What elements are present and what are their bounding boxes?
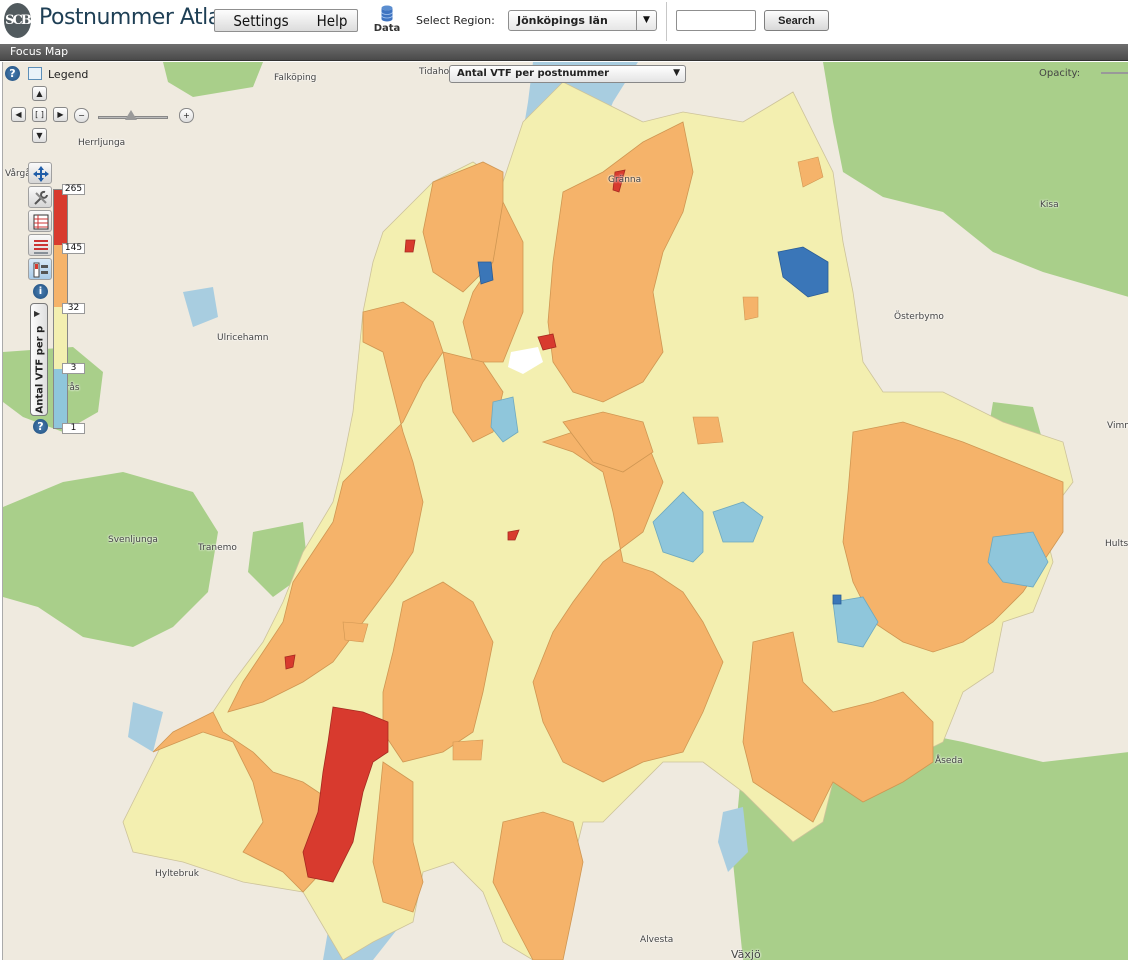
legend-break-32: 32 — [62, 303, 85, 314]
place-label-granna: Gränna — [608, 175, 642, 185]
chart-view-button[interactable] — [28, 234, 52, 256]
county-region[interactable] — [452, 739, 484, 761]
settings-menu-button[interactable]: Settings — [215, 10, 307, 31]
pan-down-button[interactable]: ▼ — [32, 128, 47, 143]
chevron-down-icon: ▼ — [636, 11, 656, 30]
help-menu-button[interactable]: Help — [307, 10, 357, 31]
place-label-herrljunga: Herrljunga — [78, 138, 126, 148]
place-label-kisa: Kisa — [1040, 200, 1059, 210]
move-icon — [33, 166, 49, 182]
county-region[interactable] — [477, 261, 494, 285]
table-view-button[interactable] — [28, 210, 52, 232]
pan-right-button[interactable]: ▶ — [53, 107, 68, 122]
data-button[interactable]: Data — [373, 5, 401, 39]
chevron-right-icon: ▶ — [34, 309, 41, 318]
database-icon — [381, 5, 393, 22]
pan-up-button[interactable]: ▲ — [32, 86, 47, 101]
layer-help-icon[interactable]: ? — [33, 419, 48, 434]
legend-class-orange — [54, 245, 67, 307]
opacity-label: Opacity: — [1039, 68, 1081, 79]
region-select[interactable]: Jönköpings län ▼ — [508, 10, 657, 31]
info-icon[interactable]: i — [33, 284, 48, 299]
tools-button[interactable] — [28, 186, 52, 208]
zoom-extent-button[interactable]: [ ] — [32, 107, 47, 122]
choropleth-map[interactable] — [3, 62, 1128, 960]
place-label-hyltebruk: Hyltebruk — [155, 869, 199, 879]
pan-left-button[interactable]: ◀ — [11, 107, 26, 122]
wrench-icon — [34, 190, 48, 205]
place-label-svenljunga: Svenljunga — [108, 535, 158, 545]
list-icon — [34, 240, 48, 254]
zoom-in-button[interactable]: + — [179, 108, 194, 123]
app-title: Postnummer Atlas — [39, 5, 232, 30]
layer-panel-tab[interactable]: ▶ Antal VTF per p — [30, 303, 48, 416]
zoom-slider-handle[interactable] — [125, 110, 137, 120]
county-region[interactable] — [832, 594, 842, 605]
panel-title: Focus Map — [10, 45, 69, 58]
county-region[interactable] — [404, 239, 416, 253]
menu-group: Settings Help — [214, 9, 358, 32]
place-label-alvesta: Alvesta — [640, 935, 674, 945]
legend-class-lightblue — [54, 369, 67, 428]
legend-break-265: 265 — [62, 184, 85, 195]
legend-class-yellow — [54, 307, 67, 369]
legend-checkbox[interactable] — [28, 67, 42, 80]
place-label-vaxjo: Växjö — [731, 948, 761, 960]
opacity-slider[interactable] — [1101, 72, 1128, 74]
place-label-falkoping: Falköping — [274, 73, 317, 83]
focus-map[interactable]: Falköping Herrljunga Vårgård Ulricehamn … — [2, 62, 1128, 960]
county-region[interactable] — [742, 296, 759, 321]
region-label: Select Region: — [416, 14, 495, 27]
legend-class-red — [54, 190, 67, 245]
search-input[interactable] — [676, 10, 756, 31]
legend-break-1: 1 — [62, 423, 85, 434]
toolbar-divider — [666, 2, 667, 41]
help-icon[interactable]: ? — [5, 66, 20, 81]
legend-break-145: 145 — [62, 243, 85, 254]
place-label-aseda: Åseda — [935, 756, 963, 766]
legend-break-3: 3 — [62, 363, 85, 374]
data-button-label: Data — [373, 23, 401, 34]
variable-select[interactable]: Antal VTF per postnummer ▼ — [449, 65, 686, 83]
region-select-value: Jönköpings län — [517, 14, 608, 27]
zoom-out-button[interactable]: − — [74, 108, 89, 123]
place-label-osterbymo: Österbymo — [894, 312, 944, 322]
scb-logo: SCB — [4, 3, 32, 38]
pan-tool-button[interactable] — [28, 162, 52, 184]
layer-tab-label: Antal VTF per p — [34, 325, 46, 414]
variable-select-value: Antal VTF per postnummer — [457, 68, 610, 79]
place-label-vimmerby: Vimmerby — [1107, 421, 1128, 431]
county-region[interactable] — [692, 416, 724, 445]
table-icon — [33, 214, 49, 230]
panel-header: Focus Map — [0, 44, 1128, 61]
legend-icon — [33, 262, 48, 278]
legend-label: Legend — [48, 68, 89, 81]
place-label-ulricehamn: Ulricehamn — [217, 333, 269, 343]
legend-view-button[interactable] — [28, 258, 52, 280]
search-button[interactable]: Search — [764, 10, 829, 31]
top-toolbar: SCB Postnummer Atlas Settings Help Data … — [0, 0, 1128, 44]
place-label-tranemo: Tranemo — [198, 543, 237, 553]
chevron-down-icon: ▼ — [673, 68, 680, 78]
place-label-hultsfred: Hultsfred — [1105, 539, 1128, 549]
